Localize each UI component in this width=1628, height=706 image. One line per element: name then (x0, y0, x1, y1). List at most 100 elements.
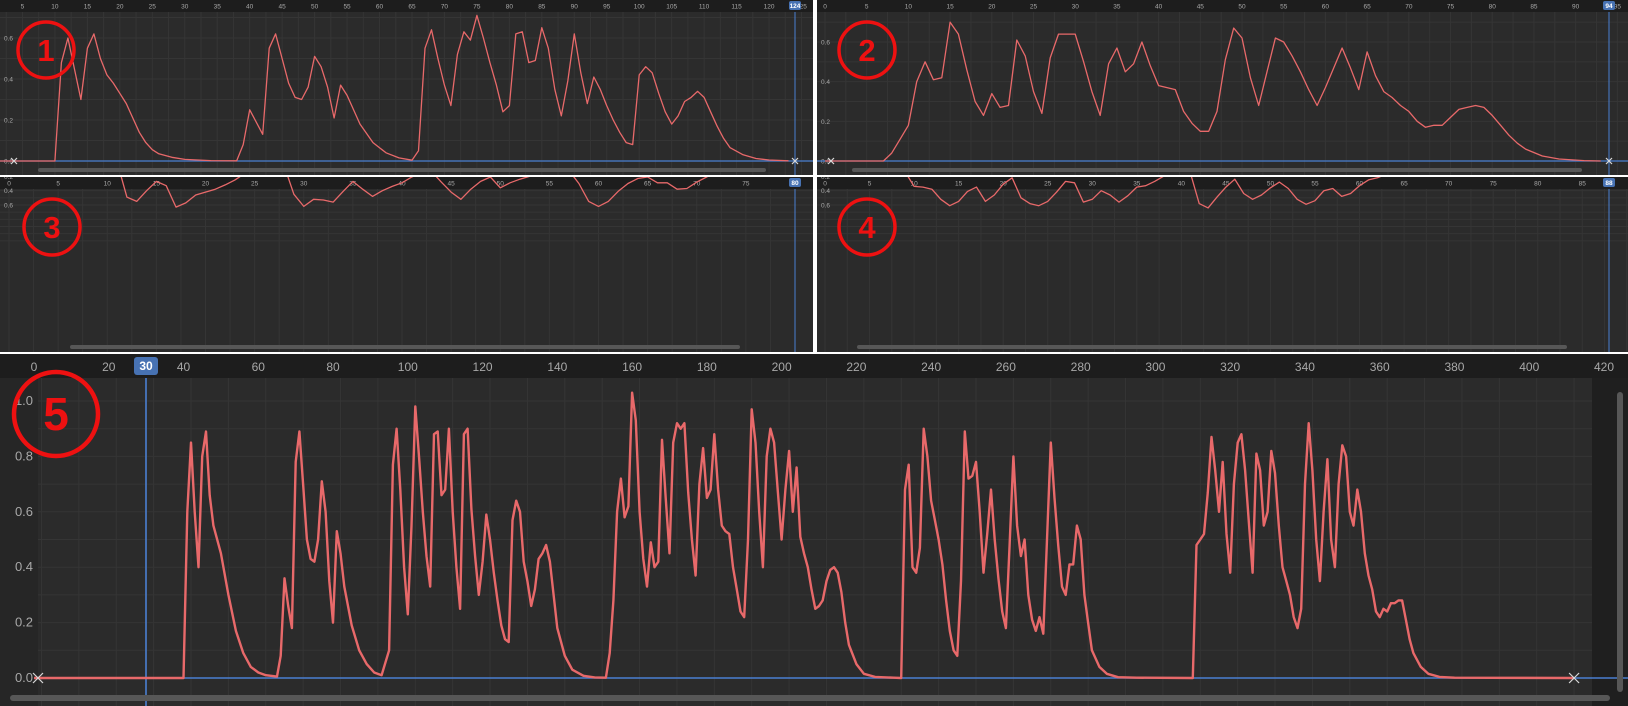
frame-tick-label: 75 (1490, 181, 1498, 188)
frame-tick-label: 55 (343, 4, 351, 11)
frame-tick-label: 340 (1295, 360, 1315, 374)
graph-panel-5[interactable]: 0 20 40 60 80 100 120 140 160 180 200 220 240 260 280 3… (0, 354, 1628, 706)
frame-tick-label: 55 (546, 181, 554, 188)
current-frame-number: 94 (1605, 3, 1613, 10)
frame-tick-label: 160 (622, 360, 642, 374)
grid-lines (817, 12, 1628, 175)
frame-tick-label: 45 (448, 181, 456, 188)
current-frame-number: 88 (1605, 180, 1613, 187)
value-tick-label: 0.4 (4, 77, 13, 84)
horizontal-scrollbar[interactable] (10, 695, 1610, 701)
frame-tick-label: 240 (921, 360, 941, 374)
frame-tick-label: 70 (1405, 4, 1413, 11)
frame-tick-label: 220 (846, 360, 866, 374)
frame-tick-label: 40 (177, 360, 191, 374)
badge-number: 3 (43, 210, 60, 245)
badge-number: 1 (37, 33, 54, 68)
frame-tick-label: 80 (1534, 181, 1542, 188)
frame-tick-label: 60 (252, 360, 266, 374)
value-tick-label: 0.2 (15, 615, 33, 630)
grid-lines (0, 189, 813, 352)
frame-tick-label: 35 (214, 4, 222, 11)
f-curve-graph[interactable]: 5 10 15 20 25 30 35 40 45 50 55 60 65 70 75 80 85 90 95 100… (0, 0, 813, 175)
value-tick-label: 0.4 (15, 559, 33, 574)
horizontal-scrollbar[interactable] (852, 168, 1582, 172)
value-tick-label: 0.2 (821, 177, 830, 181)
frame-tick-label: 15 (946, 4, 954, 11)
grid-lines (817, 189, 1628, 352)
graph-panel-1[interactable]: 5 10 15 20 25 30 35 40 45 50 55 60 65 70 75 80 85 90 95 100… (0, 0, 813, 175)
frame-tick-label: 55 (1311, 181, 1319, 188)
value-tick-label: 0.4 (4, 188, 13, 195)
frame-tick-label: 5 (21, 4, 25, 11)
f-curve (0, 14, 789, 162)
panel-number-badge: 4 (835, 195, 899, 259)
panel-number-badge: 5 (6, 368, 106, 460)
frame-tick-label: 10 (104, 181, 112, 188)
value-tick-label: 0.2 (4, 177, 13, 181)
frame-tick-label: 420 (1594, 360, 1614, 374)
f-curve-graph[interactable]: 051015202530354045505560657075800.60.40.… (0, 177, 813, 352)
frame-tick-label: 115 (731, 4, 742, 11)
frame-tick-label: 85 (1530, 4, 1538, 11)
frame-tick-label: 70 (441, 4, 449, 11)
frame-tick-label: 35 (1113, 4, 1121, 11)
frame-tick-label: 90 (571, 4, 579, 11)
frame-tick-label: 70 (1445, 181, 1453, 188)
panel-number-badge: 2 (835, 18, 899, 82)
frame-tick-label: 80 (326, 360, 340, 374)
panel-number-badge: 3 (20, 195, 84, 259)
frame-tick-label: 5 (56, 181, 60, 188)
frame-tick-label: 360 (1370, 360, 1390, 374)
frame-tick-label: 280 (1071, 360, 1091, 374)
graph-panel-3[interactable]: 051015202530354045505560657075800.60.40.… (0, 177, 813, 352)
f-curve (34, 391, 1575, 680)
value-tick-label: 0.6 (4, 36, 13, 43)
frame-tick-label: 90 (1572, 4, 1580, 11)
frame-tick-label: 30 (1089, 181, 1097, 188)
frame-tick-label: 30 (1072, 4, 1080, 11)
horizontal-scrollbar[interactable] (70, 345, 740, 349)
frame-tick-label: 80 (1489, 4, 1497, 11)
value-tick-label: 0.0 (15, 670, 33, 685)
frame-tick-label: 110 (699, 4, 710, 11)
f-curve-graph[interactable]: 0 5 10 15 20 25 30 35 40 45 50 55 60 65 70 75 80 850.60.4… (817, 177, 1628, 352)
frame-tick-label: 85 (538, 4, 546, 11)
badge-number: 5 (43, 388, 69, 440)
frame-tick-label: 75 (473, 4, 481, 11)
frame-tick-label: 60 (1322, 4, 1330, 11)
value-tick-label: 0.6 (15, 504, 33, 519)
graph-panel-4[interactable]: 0 5 10 15 20 25 30 35 40 45 50 55 60 65 70 75 80 85 0.6 0.4… (817, 177, 1628, 352)
horizontal-scrollbar[interactable] (38, 168, 766, 172)
frame-tick-label: 180 (697, 360, 717, 374)
frame-tick-label: 20 (202, 181, 210, 188)
frame-tick-label: 200 (772, 360, 792, 374)
frame-tick-label: 45 (1197, 4, 1205, 11)
badge-number: 4 (858, 210, 876, 245)
frame-tick-label: 45 (279, 4, 287, 11)
frame-tick-label: 105 (666, 4, 677, 11)
frame-tick-label: 260 (996, 360, 1016, 374)
frame-tick-label: 120 (764, 4, 775, 11)
horizontal-scrollbar[interactable] (857, 345, 1567, 349)
value-tick-label: 0.6 (4, 203, 13, 210)
frame-tick-label: 25 (1044, 181, 1052, 188)
frame-tick-label: 60 (376, 4, 384, 11)
frame-tick-label: 50 (1238, 4, 1246, 11)
f-curve-graph[interactable]: 0 20 40 60 80 100 120 140 160 180 200 220 240 260 280 3… (0, 354, 1628, 706)
vertical-scrollbar[interactable] (1617, 392, 1623, 692)
frame-tick-label: 80 (506, 4, 514, 11)
frame-tick-label: 40 (1155, 4, 1163, 11)
badge-number: 2 (858, 33, 875, 68)
graph-panel-2[interactable]: 0 5 10 15 20 25 30 35 40 45 50 55 60 65 70 75 80 85 90 95 0.… (817, 0, 1628, 175)
frame-tick-label: 320 (1220, 360, 1240, 374)
f-curve-graph[interactable]: 0 5 10 15 20 25 30 35 40 45 50 55 60 65 70 75 80 85 90 950.… (817, 0, 1628, 175)
frame-tick-label: 5 (868, 181, 872, 188)
frame-tick-label: 140 (547, 360, 567, 374)
frame-tick-label: 380 (1444, 360, 1464, 374)
f-curve (825, 21, 1601, 162)
frame-tick-label: 50 (311, 4, 319, 11)
value-tick-label: 0.2 (4, 118, 13, 125)
frame-tick-label: 0 (7, 181, 11, 188)
frame-tick-label: 20 (116, 4, 124, 11)
